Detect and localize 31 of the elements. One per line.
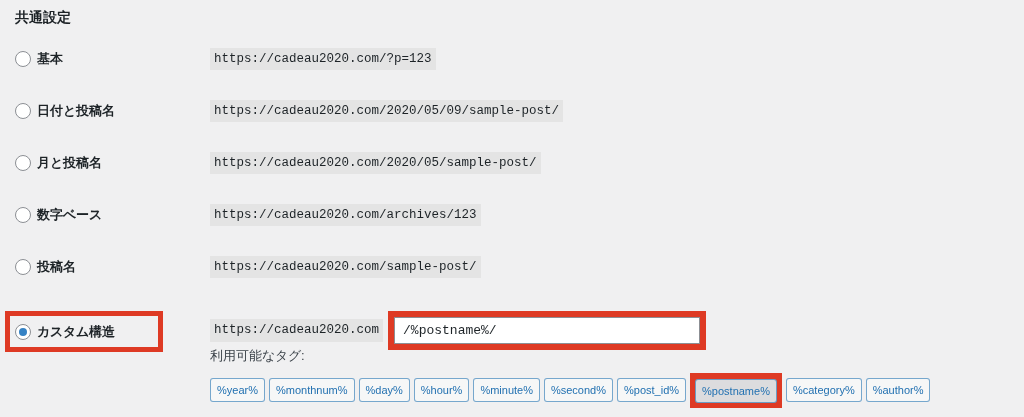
structure-field[interactable]: /%postname%/ [394,317,701,344]
radio-button[interactable] [15,155,31,171]
radio-option[interactable]: カスタム構造 [5,311,163,352]
url-example: https://cadeau2020.com/sample-post/ [210,255,481,279]
tag-button[interactable]: %category% [785,378,862,403]
tags-label: 利用可能なタグ: [210,347,306,365]
radio-button[interactable] [15,51,31,67]
tag-button[interactable]: %author% [865,378,931,403]
radio-button[interactable] [15,323,31,340]
radio-option[interactable]: 日付と投稿名 [5,96,163,126]
tag-button[interactable]: %second% [543,378,613,403]
tag-button[interactable]: %minute% [473,378,540,403]
radio-button[interactable] [15,103,31,119]
radio-option[interactable]: 投稿名 [5,252,163,282]
tag-button[interactable]: %hour% [413,378,470,403]
tag-button[interactable]: %day% [358,378,410,403]
radio-button[interactable] [15,259,31,275]
radio-option[interactable]: 数字ベース [5,200,163,230]
url-example: https://cadeau2020.com/2020/05/sample-post/ [210,151,541,175]
url-example: https://cadeau2020.com/archives/123 [210,203,481,227]
tag-button[interactable]: %postname% [695,378,777,403]
url-example: https://cadeau2020.com/2020/05/09/sample-post/ [210,99,564,123]
url-example: https://cadeau2020.com/?p=123 [210,47,436,71]
tag-button[interactable]: %post_id% [617,378,687,403]
tag-button[interactable]: %monthnum% [268,378,355,403]
radio-button[interactable] [15,207,31,223]
url-example: https://cadeau2020.com [210,319,384,342]
radio-option[interactable]: 基本 [5,44,163,74]
section-heading: 共通設定 [14,8,72,27]
tag-button[interactable]: %year% [210,378,265,403]
radio-option[interactable]: 月と投稿名 [5,148,163,178]
